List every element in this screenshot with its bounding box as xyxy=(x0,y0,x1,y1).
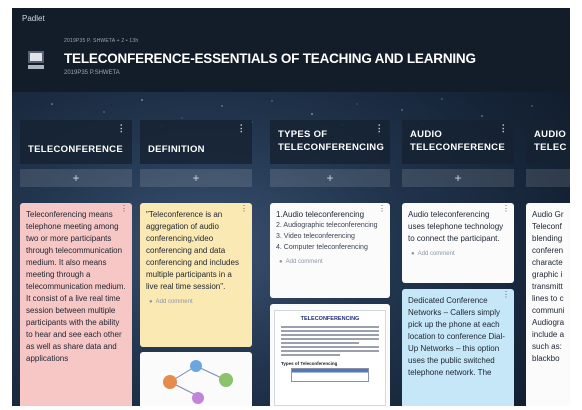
post-text: Audio teleconferencing uses telephone te… xyxy=(408,210,504,243)
column-title: DEFINITION xyxy=(148,144,205,155)
column-audio-teleconference: AUDIO TELECONFERENCE ⋮ + xyxy=(402,120,514,187)
user-avatar-icon: ● xyxy=(149,299,153,305)
more-options-icon[interactable]: ⋮ xyxy=(240,205,248,213)
more-options-icon[interactable]: ⋮ xyxy=(378,205,386,213)
add-comment[interactable]: ● Add comment xyxy=(270,259,390,269)
post-card[interactable]: ⋮ "Teleconference is an aggregation of a… xyxy=(140,203,252,347)
column-header[interactable]: TELECONFERENCE ⋮ xyxy=(20,120,132,164)
add-comment[interactable]: ● Add comment xyxy=(140,299,252,309)
image-post-card[interactable] xyxy=(140,352,252,406)
padlet-board: Padlet 2019P35 P. SHWETA + 2 • 13h TELEC… xyxy=(12,8,570,406)
post-card[interactable]: Audio Gr Teleconf blending conferen char… xyxy=(526,203,570,406)
network-people-image xyxy=(163,360,233,404)
more-options-icon[interactable]: ⋮ xyxy=(502,291,510,299)
add-post-button[interactable]: + xyxy=(20,169,132,187)
column-types-of-teleconferencing: TYPES OF TELECONFERENCING ⋮ + xyxy=(270,120,390,187)
list-item: 2. Audiographic teleconferencing xyxy=(276,222,378,229)
column-title-line-2: TELECONFERENCING xyxy=(278,142,385,153)
post-card[interactable]: ⋮ Audio teleconferencing uses telephone … xyxy=(402,203,514,283)
app-brand[interactable]: Padlet xyxy=(22,14,45,23)
post-card[interactable]: ⋮ 1.Audio teleconferencing 2. Audiograph… xyxy=(270,203,390,298)
more-options-icon[interactable]: ⋮ xyxy=(120,205,128,213)
column-title-line-1: AUDIO xyxy=(410,129,443,140)
post-text: Dedicated Conference Networks – Callers … xyxy=(408,296,505,377)
post-card[interactable]: ⋮ Teleconferencing means telephone meeti… xyxy=(20,203,132,406)
board-title: TELECONFERENCE-ESSENTIALS OF TEACHING AN… xyxy=(64,51,476,66)
list-item: 3. Video teleconferencing xyxy=(276,233,355,240)
column-header[interactable]: DEFINITION ⋮ xyxy=(140,120,252,164)
column-header[interactable]: TYPES OF TELECONFERENCING ⋮ xyxy=(270,120,390,164)
list-item: 4. Computer teleconferencing xyxy=(276,244,368,251)
document-thumbnail: TELECONFERENCING Types of Teleconferenci… xyxy=(274,310,386,406)
column-title-line-1: TYPES OF xyxy=(278,129,328,140)
computer-monitor-icon xyxy=(28,51,44,71)
add-post-button[interactable]: + xyxy=(526,169,570,187)
column-title-line-2: TELECONFERENCE xyxy=(410,142,505,153)
more-options-icon[interactable]: ⋮ xyxy=(375,124,384,133)
board-header: Padlet 2019P35 P. SHWETA + 2 • 13h TELEC… xyxy=(12,8,570,92)
document-subtitle: Types of Teleconferencing xyxy=(281,360,338,366)
document-post-card[interactable]: TELECONFERENCING Types of Teleconferenci… xyxy=(270,304,390,406)
more-options-icon[interactable]: ⋮ xyxy=(117,124,126,133)
add-post-button[interactable]: + xyxy=(402,169,514,187)
more-options-icon[interactable]: ⋮ xyxy=(499,124,508,133)
column-title-line-2: TELEC xyxy=(534,142,567,153)
add-comment[interactable]: ● Add comment xyxy=(402,251,514,261)
board-meta: 2019P35 P. SHWETA + 2 • 13h xyxy=(64,38,139,44)
document-table xyxy=(291,367,369,382)
column-header[interactable]: AUDIO TELEC xyxy=(526,120,570,164)
column-header[interactable]: AUDIO TELECONFERENCE ⋮ xyxy=(402,120,514,164)
post-text: Audio Gr Teleconf blending conferen char… xyxy=(532,210,565,363)
user-avatar-icon: ● xyxy=(411,251,415,257)
column-title: TELECONFERENCE xyxy=(28,144,123,155)
user-avatar-icon: ● xyxy=(279,259,283,265)
document-title: TELECONFERENCING xyxy=(300,316,360,322)
add-post-button[interactable]: + xyxy=(140,169,252,187)
column-definition: DEFINITION ⋮ + xyxy=(140,120,252,187)
add-post-button[interactable]: + xyxy=(270,169,390,187)
post-text: "Teleconference is an aggregation of aud… xyxy=(146,210,239,291)
post-card[interactable]: ⋮ Dedicated Conference Networks – Caller… xyxy=(402,289,514,406)
more-options-icon[interactable]: ⋮ xyxy=(502,205,510,213)
column-audio-teleconference-2: AUDIO TELEC + xyxy=(526,120,570,187)
types-list: 1.Audio teleconferencing 2. Audiographic… xyxy=(270,203,390,259)
post-text: Teleconferencing means telephone meeting… xyxy=(26,210,126,363)
board-subtitle: 2019P35 P.SHWETA xyxy=(64,70,120,76)
column-teleconference: TELECONFERENCE ⋮ + xyxy=(20,120,132,187)
more-options-icon[interactable]: ⋮ xyxy=(237,124,246,133)
column-title-line-1: AUDIO xyxy=(534,129,567,140)
list-item: 1.Audio teleconferencing xyxy=(276,210,365,219)
